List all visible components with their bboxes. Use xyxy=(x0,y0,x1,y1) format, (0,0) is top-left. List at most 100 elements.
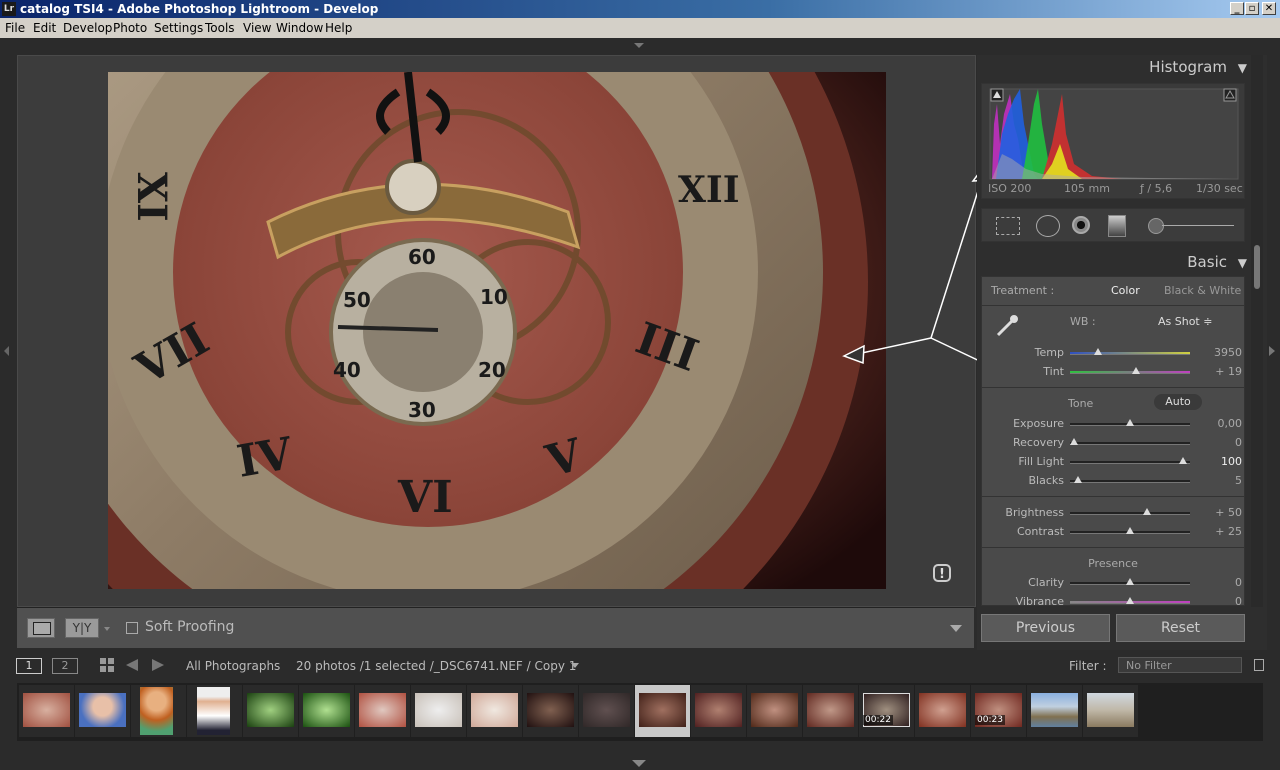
contrast-value[interactable]: + 25 xyxy=(1192,525,1242,538)
aperture-readout: ƒ / 5,6 xyxy=(1140,182,1173,195)
menu-view[interactable]: View xyxy=(243,21,271,35)
recovery-thumb[interactable] xyxy=(1069,438,1078,445)
shutter-readout: 1/30 sec xyxy=(1196,182,1243,195)
film-thumb-14[interactable] xyxy=(747,685,802,737)
spot-removal-icon[interactable] xyxy=(1036,215,1060,237)
close-button[interactable]: ✕ xyxy=(1262,2,1276,15)
exposure-thumb[interactable] xyxy=(1126,419,1134,426)
presence-label: Presence xyxy=(1088,557,1138,570)
right-panel-scrollbar[interactable] xyxy=(1251,55,1263,607)
film-thumb-20[interactable] xyxy=(1083,685,1138,737)
compare-dropdown-icon[interactable] xyxy=(104,627,110,631)
film-thumb-17[interactable] xyxy=(915,685,970,737)
crop-tool-icon[interactable] xyxy=(996,217,1020,235)
treatment-color[interactable]: Color xyxy=(1111,284,1140,297)
graduated-filter-icon[interactable] xyxy=(1108,215,1126,237)
fill-light-value[interactable]: 100 xyxy=(1192,455,1242,468)
blacks-thumb[interactable] xyxy=(1074,476,1083,483)
vibrance-thumb[interactable] xyxy=(1126,597,1134,604)
menu-window[interactable]: Window xyxy=(276,21,323,35)
filter-select[interactable]: No Filter xyxy=(1118,657,1242,673)
screen-2-button[interactable]: 2 xyxy=(52,658,78,674)
tint-thumb[interactable] xyxy=(1132,367,1140,374)
back-arrow-icon[interactable] xyxy=(126,659,138,671)
temp-thumb[interactable] xyxy=(1093,348,1102,355)
grid-view-icon[interactable] xyxy=(100,658,114,672)
film-thumb-4[interactable] xyxy=(187,685,242,737)
menu-edit[interactable]: Edit xyxy=(33,21,56,35)
auto-tone-button[interactable]: Auto xyxy=(1154,394,1202,410)
image-work-area[interactable]: XI XII III VII IV VI V 60 50 10 40 20 30… xyxy=(17,55,1183,607)
film-thumb-16[interactable]: 00:22 xyxy=(859,685,914,737)
blacks-slider[interactable] xyxy=(1070,480,1190,483)
bottom-panel-toggle[interactable] xyxy=(0,745,1280,770)
basic-collapse-icon[interactable]: ▼ xyxy=(1238,256,1247,270)
filmstrip-source-dropdown-icon[interactable] xyxy=(571,663,579,668)
filmstrip-source[interactable]: All Photographs xyxy=(186,659,280,673)
menu-develop[interactable]: Develop xyxy=(63,21,112,35)
film-thumb-11[interactable] xyxy=(579,685,634,737)
film-thumb-8[interactable] xyxy=(411,685,466,737)
top-panel-toggle[interactable] xyxy=(0,38,1280,53)
menu-tools[interactable]: Tools xyxy=(205,21,235,35)
filmstrip-info: 20 photos /1 selected /_DSC6741.NEF / Co… xyxy=(296,659,577,673)
forward-arrow-icon[interactable] xyxy=(152,659,164,671)
brightness-value[interactable]: + 50 xyxy=(1192,506,1242,519)
scrollbar-thumb[interactable] xyxy=(1254,245,1260,289)
contrast-thumb[interactable] xyxy=(1126,527,1134,534)
blacks-value[interactable]: 5 xyxy=(1192,474,1242,487)
recovery-value[interactable]: 0 xyxy=(1192,436,1242,449)
histogram-box[interactable]: ISO 200 105 mm ƒ / 5,6 1/30 sec xyxy=(981,83,1245,199)
tint-value[interactable]: + 19 xyxy=(1192,365,1242,378)
film-thumb-9[interactable] xyxy=(467,685,522,737)
temp-slider[interactable] xyxy=(1070,352,1190,355)
histogram-header[interactable]: Histogram ▼ xyxy=(977,58,1247,82)
film-thumb-19[interactable] xyxy=(1027,685,1082,737)
toolbar-menu-icon[interactable] xyxy=(950,625,962,632)
film-thumb-13[interactable] xyxy=(691,685,746,737)
basic-header[interactable]: Basic ▼ xyxy=(977,253,1247,277)
wb-select[interactable]: As Shot ≑ xyxy=(1158,315,1212,328)
menu-settings[interactable]: Settings xyxy=(154,21,203,35)
wb-eyedropper-icon[interactable] xyxy=(994,313,1020,339)
clarity-thumb[interactable] xyxy=(1126,578,1134,585)
menu-photo[interactable]: Photo xyxy=(113,21,147,35)
histogram-collapse-icon[interactable]: ▼ xyxy=(1238,61,1247,75)
film-thumb-1[interactable] xyxy=(19,685,74,737)
vibrance-value[interactable]: 0 xyxy=(1192,595,1242,608)
left-panel-toggle-icon[interactable] xyxy=(4,346,9,356)
film-thumb-6[interactable] xyxy=(299,685,354,737)
filter-lock-icon[interactable] xyxy=(1254,659,1264,671)
minimize-button[interactable]: _ xyxy=(1230,2,1244,15)
film-thumb-18[interactable]: 00:23 xyxy=(971,685,1026,737)
film-thumb-7[interactable] xyxy=(355,685,410,737)
film-thumb-15[interactable] xyxy=(803,685,858,737)
film-thumb-2[interactable] xyxy=(75,685,130,737)
screen-1-button[interactable]: 1 xyxy=(16,658,42,674)
adjustment-brush-icon[interactable] xyxy=(1148,218,1164,234)
brightness-thumb[interactable] xyxy=(1142,508,1151,515)
menu-file[interactable]: File xyxy=(5,21,25,35)
maximize-button[interactable]: ▫ xyxy=(1245,2,1259,15)
film-thumb-12-selected[interactable] xyxy=(635,685,690,737)
tint-slider[interactable] xyxy=(1070,371,1190,374)
red-eye-icon[interactable] xyxy=(1072,216,1090,234)
film-thumb-3[interactable] xyxy=(131,685,186,737)
clarity-value[interactable]: 0 xyxy=(1192,576,1242,589)
loupe-view-button[interactable] xyxy=(27,618,55,638)
film-thumb-10[interactable] xyxy=(523,685,578,737)
compare-view-button[interactable]: Y|Y xyxy=(65,618,99,638)
film-thumb-5[interactable] xyxy=(243,685,298,737)
fill-light-thumb[interactable] xyxy=(1178,457,1187,464)
right-panel-toggle-icon[interactable] xyxy=(1269,346,1275,356)
reset-button[interactable]: Reset xyxy=(1116,614,1245,642)
previous-button[interactable]: Previous xyxy=(981,614,1110,642)
temp-value[interactable]: 3950 xyxy=(1192,346,1242,359)
brightness-slider[interactable] xyxy=(1070,512,1190,515)
soft-proofing-checkbox[interactable] xyxy=(126,622,138,634)
menu-help[interactable]: Help xyxy=(325,21,352,35)
treatment-bw[interactable]: Black & White xyxy=(1164,284,1241,297)
exposure-value[interactable]: 0,00 xyxy=(1192,417,1243,430)
fill-light-slider[interactable] xyxy=(1070,461,1190,464)
recovery-slider[interactable] xyxy=(1070,442,1190,445)
